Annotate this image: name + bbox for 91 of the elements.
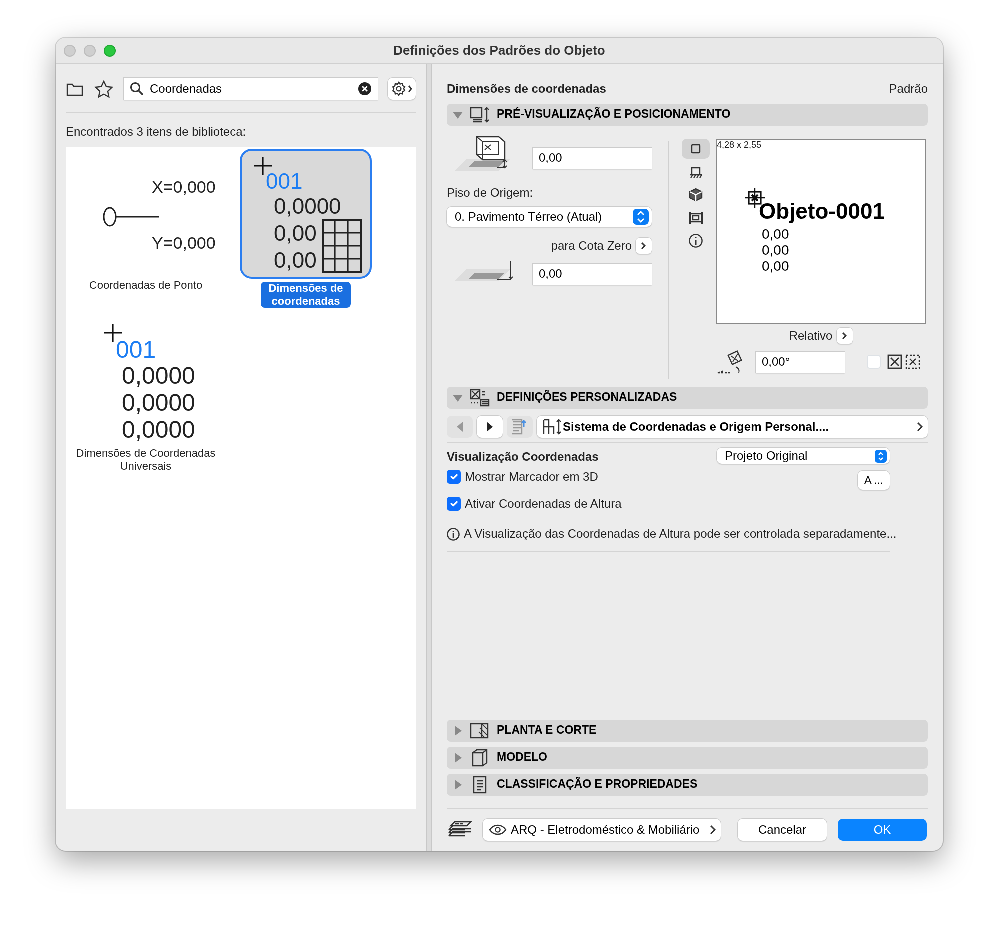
chevron-icon xyxy=(915,422,925,432)
forward-button[interactable] xyxy=(477,416,503,438)
section-header[interactable]: MODELO xyxy=(447,747,928,769)
crosshair-icon xyxy=(254,157,272,175)
option-label: Mostrar Marcador em 3D xyxy=(465,469,598,486)
clear-icon[interactable] xyxy=(358,82,372,96)
mode-label: Relativo xyxy=(789,328,833,345)
disclosure-icon[interactable] xyxy=(453,110,463,120)
item-label[interactable]: Dimensões de coordenadas xyxy=(261,282,351,308)
thumbnail-text: 001 xyxy=(266,171,303,193)
result-count: Encontrados 3 itens de biblioteca: xyxy=(66,124,248,141)
section-header[interactable]: DEFINIÇÕES PERSONALIZADAS xyxy=(447,387,928,409)
info-view-icon xyxy=(689,234,703,248)
item-label[interactable]: Dimensões de Coordenadas Universais xyxy=(68,447,224,473)
thumbnail-text: 0,00 xyxy=(274,223,317,245)
preview-value: 0,00 xyxy=(762,243,790,257)
thumbnail-text: Y=0,000 xyxy=(152,235,216,252)
thumbnail-text: 0,0000 xyxy=(274,196,342,218)
window-title: Definições dos Padrões do Objeto xyxy=(394,42,606,60)
custom-settings-icon xyxy=(469,389,491,407)
plan-section-icon xyxy=(469,722,491,740)
thumbnail-text: 0,00 xyxy=(274,250,317,272)
thumbnail-text: 0,0000 xyxy=(122,391,196,415)
zero-reference-label: para Cota Zero xyxy=(551,238,632,255)
display-label: Visualização Coordenadas xyxy=(447,449,600,466)
search-input[interactable]: Coordenadas xyxy=(150,80,352,98)
preview-value: 0,00 xyxy=(762,259,790,273)
display-select[interactable]: Projeto Original xyxy=(717,448,890,464)
eye-icon xyxy=(489,824,507,836)
disclosure-icon[interactable] xyxy=(453,726,463,736)
chevron-icon xyxy=(840,332,849,340)
star-icon[interactable] xyxy=(94,80,114,98)
section-view-icon xyxy=(689,211,703,225)
search-icon xyxy=(130,82,144,96)
rotation-angle-field[interactable]: 0,00° xyxy=(756,352,845,372)
mirror-checkbox[interactable] xyxy=(867,355,881,369)
ok-button[interactable]: OK xyxy=(838,819,927,841)
floor-label: Piso de Origem: xyxy=(447,185,534,202)
chevron-button[interactable] xyxy=(836,328,853,344)
table-icon xyxy=(322,219,362,273)
thumbnail-text: 001 xyxy=(116,338,156,362)
preview-value: 0,00 xyxy=(762,227,790,241)
layer-select[interactable]: ARQ - Eletrodoméstico & Mobiliário xyxy=(483,819,721,841)
disclosure-icon[interactable] xyxy=(453,753,463,763)
info-icon xyxy=(447,528,460,540)
chevron-icon xyxy=(640,242,648,250)
elevation-view-icon xyxy=(689,165,703,179)
section-header[interactable]: CLASSIFICAÇÃO E PROPRIEDADES xyxy=(447,774,928,796)
mirror-dashed-icon xyxy=(905,354,921,370)
item-label[interactable]: Coordenadas de Ponto xyxy=(85,279,207,292)
object-name: Objeto-0001 xyxy=(759,201,885,223)
folder-icon[interactable] xyxy=(66,81,84,97)
thumbnail-text: 0,0000 xyxy=(122,418,196,442)
model-view-icon xyxy=(689,188,703,202)
size-label: 4,28 x 2,55 xyxy=(717,141,762,150)
chevron-button[interactable] xyxy=(636,238,652,254)
option-checkbox[interactable] xyxy=(447,497,461,511)
caret-right-icon xyxy=(485,421,495,433)
option-checkbox[interactable] xyxy=(447,470,461,484)
section-header[interactable]: PLANTA E CORTE xyxy=(447,720,928,742)
mirror-icon xyxy=(887,354,903,370)
setting-name: Padrão xyxy=(889,81,928,96)
chevron-icon xyxy=(708,825,718,835)
section-header[interactable]: PRÉ-VISUALIZAÇÃO E POSICIONAMENTO xyxy=(447,104,928,126)
plan-view-icon xyxy=(689,142,703,156)
thumbnail-text: 0,0000 xyxy=(122,364,196,388)
point-marker-drawing xyxy=(102,206,160,228)
gear-icon xyxy=(391,81,413,97)
chair-height-icon xyxy=(541,418,563,436)
stepper-icon xyxy=(633,209,649,225)
crosshair-icon xyxy=(104,324,122,342)
cancel-button[interactable]: Cancelar xyxy=(738,819,827,841)
caret-left-icon xyxy=(455,421,465,433)
selected-item-thumbnail[interactable]: 001 0,0000 0,00 0,00 xyxy=(240,149,372,279)
settings-title: Dimensões de coordenadas xyxy=(447,81,606,96)
floor-select[interactable]: 0. Pavimento Térreo (Atual) xyxy=(447,207,652,227)
font-button[interactable]: A ... xyxy=(858,471,890,490)
option-label: Ativar Coordenadas de Altura xyxy=(465,496,622,513)
preview-icon xyxy=(469,106,491,124)
zero-offset-field[interactable]: 0,00 xyxy=(533,264,652,284)
zoom-button[interactable] xyxy=(104,45,116,57)
page-select[interactable]: Sistema de Coordenadas e Origem Personal.... xyxy=(537,416,928,438)
base-offset-field[interactable]: 0,00 xyxy=(533,148,652,168)
disclosure-icon[interactable] xyxy=(453,780,463,790)
info-text: A Visualização das Coordenadas de Altura pode ser controlada separadamente... xyxy=(464,526,897,543)
thumbnail-text: X=0,000 xyxy=(152,179,216,196)
stepper-icon xyxy=(875,450,887,462)
settings-button[interactable] xyxy=(388,78,416,100)
search-box[interactable]: Coordenadas xyxy=(124,78,378,100)
disclosure-icon[interactable] xyxy=(453,393,463,403)
plan-view-button[interactable] xyxy=(682,139,710,159)
